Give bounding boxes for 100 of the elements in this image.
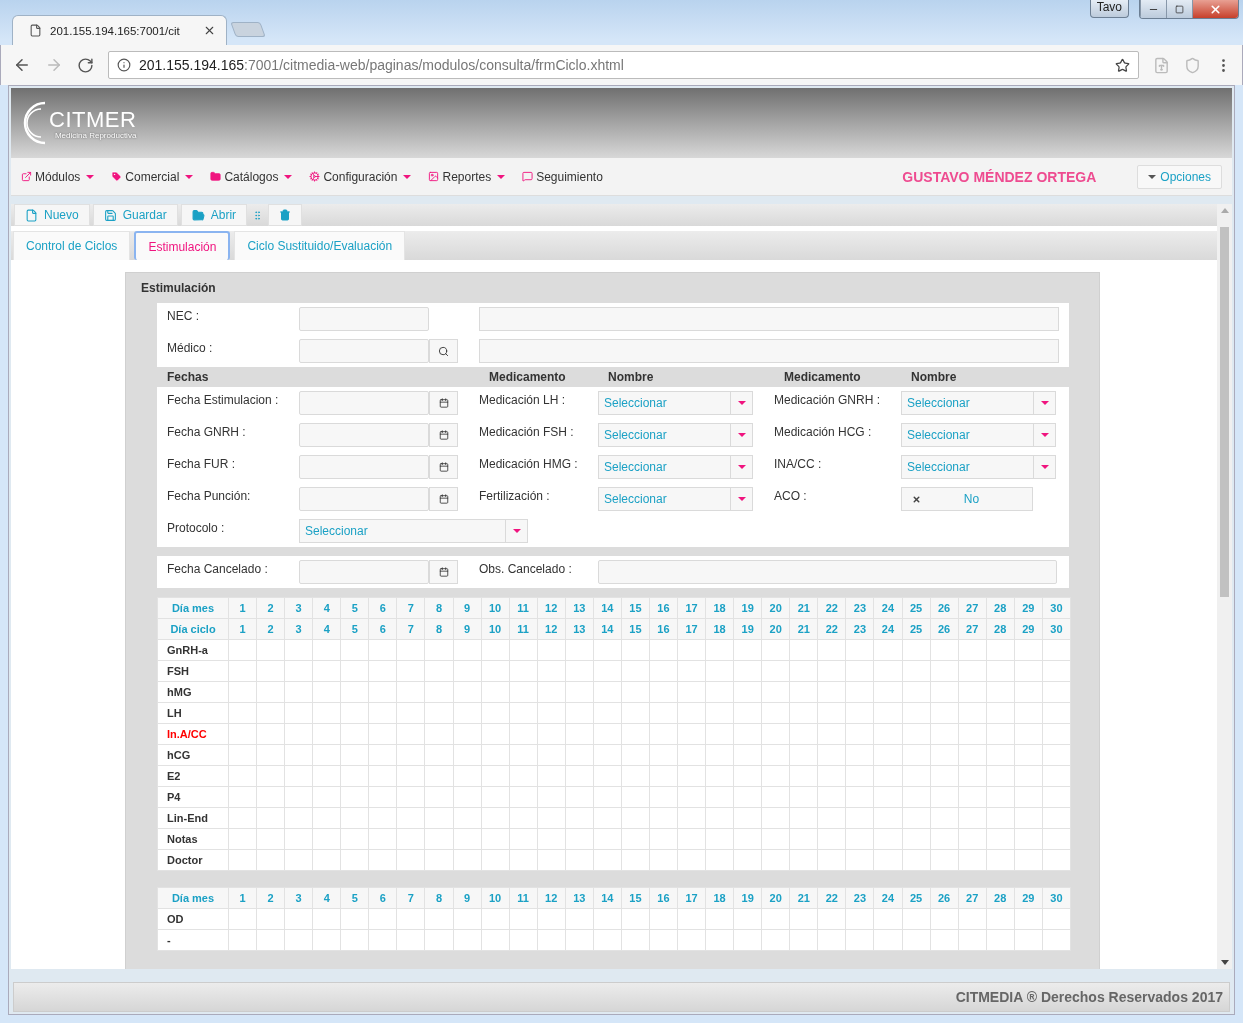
calendar-button[interactable] — [429, 423, 458, 447]
select-field[interactable]: Seleccionar — [598, 455, 753, 479]
table-header: 23 — [845, 887, 874, 909]
toggle-button[interactable]: No — [901, 487, 1033, 511]
search-button[interactable] — [429, 339, 458, 363]
close-icon[interactable] — [203, 24, 216, 37]
table-header: 11 — [509, 887, 538, 909]
maximize-button[interactable] — [1166, 0, 1192, 18]
select-field[interactable]: Seleccionar — [598, 423, 753, 447]
field-label: Fecha Cancelado : — [167, 561, 269, 576]
close-button[interactable] — [1192, 0, 1238, 18]
field-label: ACO : — [774, 488, 808, 503]
image-icon — [428, 171, 440, 182]
select-field[interactable]: Seleccionar — [598, 487, 753, 511]
calendar-button[interactable] — [429, 391, 458, 415]
date-field[interactable] — [299, 423, 429, 447]
table-header: 9 — [453, 597, 482, 619]
toolbar-button[interactable]: Abrir — [180, 204, 248, 226]
tab[interactable]: Control de Ciclos — [13, 231, 131, 260]
table-header: 16 — [649, 887, 678, 909]
caret-icon — [1040, 401, 1049, 405]
input-field[interactable] — [299, 339, 429, 363]
calendar-button[interactable] — [429, 455, 458, 479]
menu-item[interactable]: Configuración — [309, 169, 412, 184]
folder-icon — [210, 171, 222, 182]
column-header: Fechas — [167, 370, 210, 384]
input-field[interactable] — [479, 307, 1059, 331]
row-label: E2 — [157, 765, 229, 787]
table-header: 8 — [424, 597, 453, 619]
new-tab-button[interactable] — [230, 22, 266, 37]
select-field[interactable]: Seleccionar — [901, 423, 1056, 447]
menu-item[interactable]: Seguimiento — [522, 169, 603, 184]
shield-icon[interactable] — [1184, 56, 1201, 74]
field-label: INA/CC : — [774, 456, 823, 471]
input-field[interactable] — [598, 560, 1057, 584]
page-icon — [29, 24, 42, 37]
external-link-icon — [21, 171, 32, 182]
scrollbar[interactable] — [1217, 204, 1232, 969]
options-button[interactable]: Opciones — [1137, 164, 1222, 189]
table-header: 10 — [481, 887, 510, 909]
input-field[interactable] — [299, 307, 429, 331]
caret-icon — [512, 529, 521, 533]
table-header: 26 — [930, 887, 959, 909]
browser-tab[interactable]: 201.155.194.165:7001/cit — [12, 15, 227, 45]
caret-icon — [737, 433, 746, 437]
calendar-icon — [438, 430, 449, 440]
table-header: 30 — [1042, 597, 1071, 619]
toolbar-button[interactable]: Nuevo — [14, 204, 90, 226]
delete-button[interactable] — [268, 204, 303, 226]
field-label: Protocolo : — [167, 520, 226, 535]
table-header: 19 — [733, 887, 762, 909]
select-field[interactable]: Seleccionar — [598, 391, 753, 415]
table-header: 27 — [958, 887, 987, 909]
select-field[interactable]: Seleccionar — [901, 455, 1056, 479]
table-header: 25 — [902, 887, 931, 909]
table-header: 1 — [228, 597, 257, 619]
info-icon[interactable] — [117, 58, 131, 72]
back-button[interactable] — [13, 56, 31, 74]
caret-icon — [1040, 465, 1049, 469]
tab[interactable]: Estimulación — [134, 231, 231, 260]
table-header: 8 — [424, 887, 453, 909]
table-header: 20 — [761, 597, 790, 619]
select-field[interactable]: Seleccionar — [299, 519, 528, 543]
document-icon[interactable] — [1153, 56, 1170, 74]
reload-button[interactable] — [77, 56, 94, 74]
menu-item[interactable]: Catálogos — [210, 169, 293, 184]
field-label: Fecha GNRH : — [167, 424, 247, 439]
menu-item[interactable]: Módulos — [21, 169, 95, 184]
star-icon[interactable] — [1115, 57, 1130, 73]
user-badge[interactable]: Tavo — [1089, 0, 1129, 18]
table-header: 24 — [873, 887, 902, 909]
menu-item[interactable]: Comercial — [111, 169, 194, 184]
minimize-button[interactable] — [1140, 0, 1166, 18]
calendar-button[interactable] — [429, 487, 458, 511]
input-field[interactable] — [479, 339, 1059, 363]
calendar-button[interactable] — [429, 560, 458, 584]
field-label: Medicación GNRH : — [774, 392, 882, 407]
address-bar[interactable]: 201.155.194.165:7001/citmedia-web/paginas/modulos/consulta/frmCiclo.xhtml — [108, 51, 1139, 79]
date-field[interactable] — [299, 455, 429, 479]
caret-icon — [185, 174, 194, 179]
row-label: OD — [157, 908, 229, 930]
table-header: 22 — [817, 887, 846, 909]
tab[interactable]: Ciclo Sustituido/Evaluación — [234, 231, 406, 260]
caret-icon — [403, 174, 412, 179]
field-label: Fecha Punción: — [167, 488, 252, 503]
select-field[interactable]: Seleccionar — [901, 391, 1056, 415]
toolbar-button[interactable]: Guardar — [92, 204, 178, 226]
row-label: FSH — [157, 660, 229, 682]
forward-button[interactable] — [45, 56, 63, 74]
date-field[interactable] — [299, 487, 429, 511]
date-field[interactable] — [299, 391, 429, 415]
date-field[interactable] — [299, 560, 429, 584]
table-header: 12 — [537, 887, 566, 909]
tag-icon — [111, 171, 123, 182]
field-label: Fertilización : — [479, 488, 551, 503]
panel-title: Estimulación — [141, 281, 216, 295]
caret-icon — [1040, 433, 1049, 437]
table-header: 15 — [621, 887, 650, 909]
reload-icon — [77, 56, 94, 74]
menu-item[interactable]: Reportes — [428, 169, 506, 184]
